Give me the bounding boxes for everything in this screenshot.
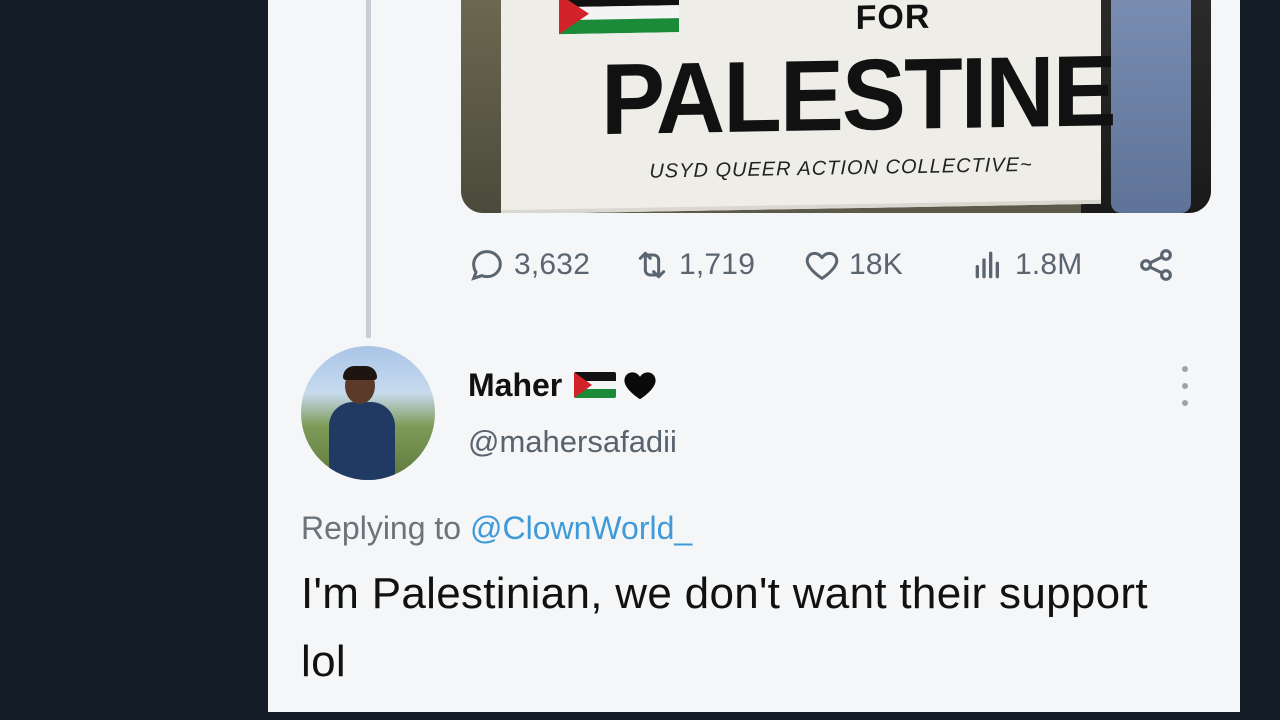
protest-banner: FOR PALESTINE USYD QUEER ACTION COLLECTI… [501, 0, 1115, 213]
banner-for-text: FOR [855, 0, 931, 38]
banner-sub-text: USYD QUEER ACTION COLLECTIVE~ [649, 153, 1033, 183]
like-button[interactable]: 18K [801, 243, 903, 287]
view-count: 1.8M [1015, 248, 1083, 281]
display-name-text: Maher [468, 366, 563, 403]
share-icon [1140, 249, 1172, 281]
user-handle[interactable]: @mahersafadii [468, 424, 677, 460]
reply-count: 3,632 [514, 248, 591, 281]
replying-to-line: Replying to @ClownWorld_ [301, 510, 692, 547]
retweet-count: 1,719 [679, 248, 756, 281]
retweet-icon [638, 251, 666, 279]
like-count: 18K [849, 248, 903, 281]
more-options-icon[interactable] [1173, 366, 1197, 406]
display-name[interactable]: Maher [468, 366, 660, 404]
retweet-button[interactable]: 1,719 [631, 243, 755, 287]
heart-icon [805, 251, 839, 280]
avatar-person [329, 366, 395, 480]
image-person-legs [1111, 0, 1191, 213]
share-button[interactable] [1134, 243, 1178, 287]
banner-flag-icon [559, 0, 679, 35]
analytics-icon [975, 251, 999, 279]
banner-main-text: PALESTINE [601, 34, 1115, 157]
black-heart-icon [624, 372, 656, 400]
replying-prefix: Replying to [301, 510, 462, 546]
palestine-flag-icon [574, 372, 617, 398]
tweet-thread-card: FOR PALESTINE USYD QUEER ACTION COLLECTI… [268, 0, 1240, 712]
avatar[interactable] [301, 346, 435, 480]
reply-icon [471, 250, 502, 281]
replying-to-mention[interactable]: @ClownWorld_ [470, 510, 692, 546]
thread-connector-line [366, 0, 371, 338]
reply-text: I'm Palestinian, we don't want their sup… [301, 569, 1148, 686]
tweet-image[interactable]: FOR PALESTINE USYD QUEER ACTION COLLECTI… [461, 0, 1211, 213]
reply-button[interactable]: 3,632 [466, 243, 590, 287]
views-button[interactable]: 1.8M [969, 243, 1083, 287]
